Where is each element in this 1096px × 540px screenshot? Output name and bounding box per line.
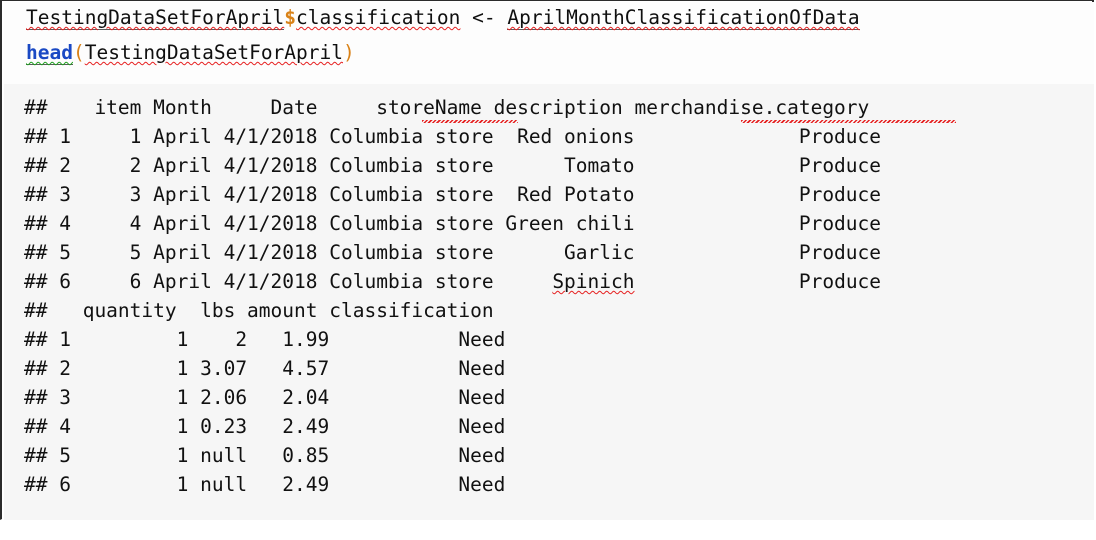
row-text: ## 3 3 April 4/1/2018 Columbia store Red…: [24, 183, 882, 206]
merchandise-category-spell-squiggle: [741, 120, 956, 123]
head-function-name: head: [26, 41, 73, 65]
code-object-name: TestingDataSetForApril: [26, 6, 285, 30]
code-line-2[interactable]: head(TestingDataSetForApril): [26, 41, 355, 65]
table-row: ## 1 1 April 4/1/2018 Columbia store Red…: [24, 126, 881, 148]
row-text: ## 1 1 April 4/1/2018 Columbia store Red…: [24, 125, 882, 148]
storename-spell-squiggle: [422, 120, 518, 123]
assign-operator: <-: [472, 6, 496, 29]
dollar-operator: $: [284, 6, 297, 29]
table-row: ## 5 5 April 4/1/2018 Columbia store Gar…: [24, 242, 881, 264]
console-output-region: ## item Month Date storeName description…: [4, 84, 1094, 520]
console-frame: TestingDataSetForApril$classification <-…: [0, 0, 1094, 520]
table-row: ## 6 6 April 4/1/2018 Columbia store Spi…: [24, 271, 881, 293]
row-text: ## 3 1 2.06 2.04 Need: [24, 386, 506, 409]
output-block1-header: ## item Month Date storeName description…: [24, 97, 869, 119]
row-text: ## 1 1 2 1.99 Need: [24, 328, 506, 351]
code-field-name: classification: [296, 6, 461, 29]
table-row: ## 3 1 2.06 2.04 Need: [24, 387, 505, 409]
code-input-region[interactable]: TestingDataSetForApril$classification <-…: [4, 2, 1094, 84]
code-space-2: [496, 6, 508, 29]
table-row: ## 4 4 April 4/1/2018 Columbia store Gre…: [24, 213, 881, 235]
table-row: ## 5 1 null 0.85 Need: [24, 445, 505, 467]
code-line-1[interactable]: TestingDataSetForApril$classification <-…: [26, 6, 860, 30]
table-row: ## 4 1 0.23 2.49 Need: [24, 416, 505, 438]
row-text: ## 5 1 null 0.85 Need: [24, 444, 506, 467]
row-text: ## 4 4 April 4/1/2018 Columbia store Gre…: [24, 212, 882, 235]
table-row: ## 2 2 April 4/1/2018 Columbia store Tom…: [24, 155, 881, 177]
code-value-variable: AprilMonthClassificationOfData: [507, 6, 860, 30]
row6-suffix: Produce: [634, 270, 882, 293]
open-paren: (: [72, 41, 85, 64]
row-text: ## 6 1 null 2.49 Need: [24, 473, 506, 496]
row-text: ## 5 5 April 4/1/2018 Columbia store Gar…: [24, 241, 882, 264]
table-row: ## 3 3 April 4/1/2018 Columbia store Red…: [24, 184, 881, 206]
table-row: ## 2 1 3.07 4.57 Need: [24, 358, 505, 380]
output-block2-header: ## quantity lbs amount classification: [24, 300, 494, 322]
close-paren: ): [343, 41, 355, 64]
table-row: ## 1 1 2 1.99 Need: [24, 329, 505, 351]
spinich-misspelled-word: Spinich: [552, 270, 635, 293]
output-block2-header-text: ## quantity lbs amount classification: [24, 299, 494, 322]
row6-prefix: ## 6 6 April 4/1/2018 Columbia store: [24, 270, 553, 293]
output-block1-header-text: ## item Month Date storeName description…: [24, 96, 870, 119]
row-text: ## 2 1 3.07 4.57 Need: [24, 357, 506, 380]
row-text: ## 2 2 April 4/1/2018 Columbia store Tom…: [24, 154, 882, 177]
code-arg-name: TestingDataSetForApril: [84, 41, 343, 64]
table-row: ## 6 1 null 2.49 Need: [24, 474, 505, 496]
row-text: ## 4 1 0.23 2.49 Need: [24, 415, 506, 438]
